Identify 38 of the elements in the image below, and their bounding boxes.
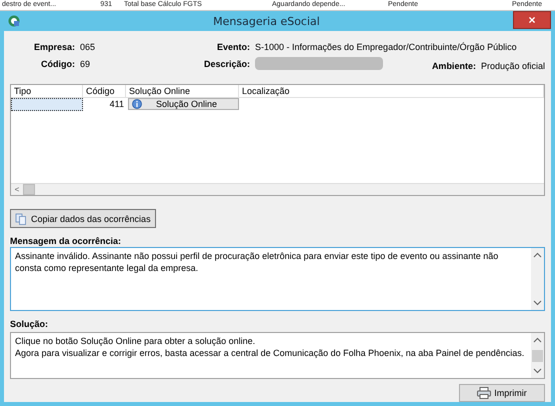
online-solution-button[interactable]: Solução Online [128, 98, 239, 110]
message-text: Assinante inválido. Assinante não possui perfil de procuração eletrônica para enviar este tipo de evento ou assinante não consta como representante legal da empresa. [14, 250, 500, 275]
info-icon [132, 99, 142, 109]
solution-text-line: Agora para visualizar e corrigir erros, basta acessar a central de Comunicação do Folha Phoenix, na aba Painel de pendências. [15, 347, 526, 359]
print-button[interactable]: Imprimir [459, 384, 545, 402]
field-value: 065 [80, 42, 96, 52]
message-text-area[interactable]: Assinante inválido. Assinante não possui perfil de procuração eletrônica para enviar este tipo de evento ou assinante não consta como representante legal da empresa. [10, 247, 545, 311]
column-header[interactable]: Código [83, 85, 126, 98]
section-label: Solução: [10, 319, 50, 330]
field-label: Empresa: [32, 42, 75, 52]
window-title: Mensageria eSocial [212, 14, 321, 28]
scroll-down-icon[interactable] [533, 368, 542, 374]
table-cell-text: 411 [108, 98, 125, 111]
solution-text-line: Clique no botão Solução Online para obter a solução online. [15, 335, 256, 347]
copy-data-button[interactable]: Copiar dados das ocorrências [10, 209, 156, 228]
horizontal-scrollbar[interactable]: < [11, 183, 544, 195]
vertical-scrollbar[interactable] [531, 333, 544, 378]
field-value: S-1000 - Informações do Empregador/Contribuinte/Órgão Público [255, 42, 518, 52]
scroll-left-button[interactable]: < [11, 184, 23, 195]
app-icon [8, 15, 20, 27]
scroll-thumb[interactable] [23, 184, 35, 195]
scroll-down-icon[interactable] [533, 300, 542, 306]
printer-icon [477, 387, 492, 399]
field-label: Código: [40, 58, 75, 68]
scroll-thumb[interactable] [532, 350, 543, 362]
field-label: Evento: [216, 42, 250, 52]
copy-icon [15, 212, 27, 224]
field-value: 69 [80, 58, 92, 68]
scroll-up-icon[interactable] [533, 337, 542, 343]
section-label: Mensagem da ocorrência: [10, 236, 122, 247]
field-label: Descrição: [202, 58, 250, 68]
close-button[interactable]: × [513, 11, 551, 29]
scroll-up-icon[interactable] [533, 252, 542, 258]
column-header[interactable]: Localização [239, 85, 544, 98]
field-label: Ambiente: [432, 61, 476, 71]
solution-text-area[interactable]: Clique no botão Solução Online para obter a solução online. Agora para visualizar e corrigir erros, basta acessar a central de Comunicação do Folha Phoenix, na aba Painel de pendências. [10, 332, 545, 379]
field-value: Produção oficial [480, 61, 545, 71]
vertical-scrollbar[interactable] [531, 248, 544, 310]
